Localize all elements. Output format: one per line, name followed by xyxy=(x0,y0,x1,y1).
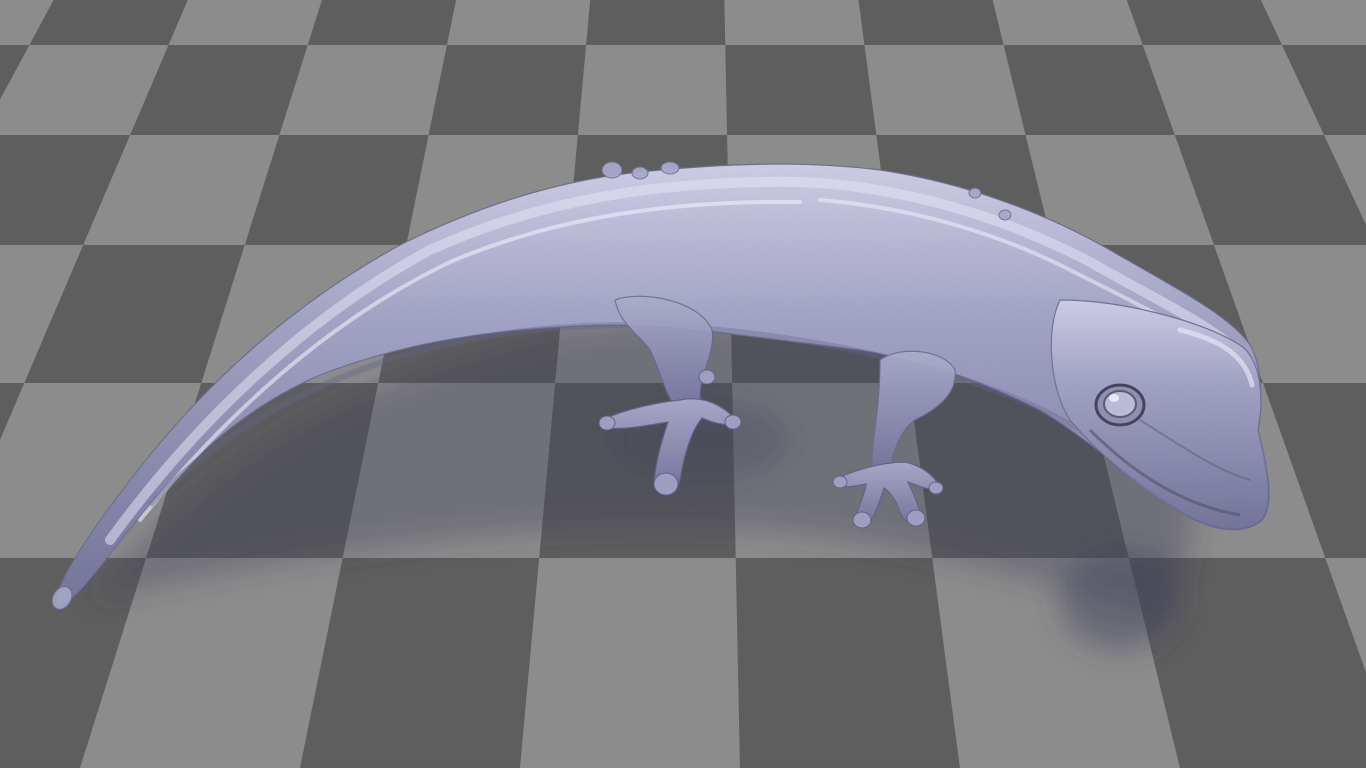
floor-tile xyxy=(992,0,1143,45)
floor-tile xyxy=(446,0,591,45)
floor-tile xyxy=(307,0,457,45)
floor-tile xyxy=(1126,0,1283,45)
floor-tile xyxy=(725,45,877,135)
floor-tile xyxy=(428,45,587,135)
floor-tile xyxy=(864,45,1026,135)
floor-tile xyxy=(724,0,865,45)
floor-tile xyxy=(858,0,1004,45)
floor-tile xyxy=(168,0,322,45)
render-viewport xyxy=(0,0,1366,768)
floor-tile xyxy=(29,0,188,45)
floor-tile xyxy=(577,45,728,135)
floor-tile xyxy=(519,558,740,768)
floor-tile xyxy=(735,558,960,768)
floor-tile xyxy=(279,45,447,135)
floor-tile xyxy=(586,0,726,45)
